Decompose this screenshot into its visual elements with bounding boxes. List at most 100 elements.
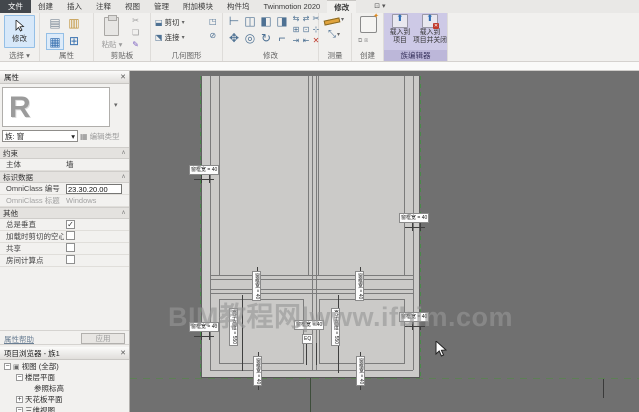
type-preview-image[interactable]: R [2, 87, 110, 127]
tab-bimdock[interactable]: 构件坞 [220, 0, 257, 13]
measure-button[interactable]: ▾ [323, 15, 344, 26]
group-label-select[interactable]: 选择 ▾ [0, 50, 39, 61]
cut-to-clipboard-icon[interactable]: ✂ [132, 16, 139, 26]
collapse-expander-icon[interactable]: − [4, 363, 11, 370]
cut-geometry-button[interactable]: ⬓ 剪切 ▾ [155, 16, 185, 29]
frame-line [404, 76, 405, 275]
load-into-project-button[interactable]: 载入到 项目 [386, 13, 414, 45]
section-other[interactable]: 其他 ᴧ [0, 207, 129, 219]
dimension-label-vertical[interactable]: 窗框宽 = 40 [253, 356, 262, 387]
paste-button[interactable]: 粘贴 ▾ [94, 39, 130, 50]
trim-extend-single-icon[interactable]: ⇥ [291, 36, 301, 47]
tree-item-ceiling-plans[interactable]: + 天花板平面 [0, 394, 129, 405]
close-icon[interactable]: ✕ [120, 347, 126, 360]
tree-label: 参照标高 [34, 384, 64, 393]
unjoin-geometry-icon[interactable]: ⊘ [209, 31, 217, 41]
tree-item-floor-plans[interactable]: − 楼层平面 [0, 372, 129, 383]
properties-palette-title: 属性 ✕ [0, 71, 129, 84]
tree-label: 天花板平面 [25, 395, 63, 404]
center-reference-line[interactable] [310, 378, 311, 412]
align-icon[interactable]: ⊢ [226, 14, 242, 31]
offset-icon[interactable]: ◫ [242, 14, 258, 31]
properties-palette-icon[interactable]: ▦ [46, 33, 64, 50]
select-label: 选择 [9, 51, 25, 60]
close-icon[interactable]: ✕ [120, 71, 126, 84]
transom-line [210, 279, 413, 280]
chevron-down-icon: ▾ [26, 51, 30, 60]
trim-corner-icon[interactable]: ⌐ [274, 31, 290, 48]
modify-tool-button[interactable]: 修改 [4, 15, 35, 48]
collapse-expander-icon[interactable]: − [16, 407, 23, 412]
trim-extend-icon[interactable]: ⇆ [291, 14, 301, 25]
dimension-label[interactable]: 窗框宽 = 40 [399, 213, 430, 223]
views-icon: ▣ [13, 363, 20, 371]
tab-manage[interactable]: 管理 [147, 0, 176, 13]
shared-checkbox[interactable] [66, 243, 75, 252]
collapse-expander-icon[interactable]: − [16, 374, 23, 381]
omniclass-number-input[interactable]: 23.30.20.00 [66, 183, 122, 194]
tab-insert[interactable]: 插入 [60, 0, 89, 13]
tab-twinmotion[interactable]: Twinmotion 2020 [257, 0, 328, 13]
copy-to-clipboard-icon[interactable]: ❏ [132, 28, 139, 38]
host-value[interactable]: 墙 [64, 159, 129, 170]
split-element-icon[interactable]: ⇄ [301, 14, 311, 25]
preview-dropdown-icon[interactable]: ▾ [114, 101, 118, 109]
always-vertical-checkbox[interactable]: ✓ [66, 220, 75, 229]
properties-help-link[interactable]: 属性帮助 [4, 334, 34, 345]
aligned-dimension-button[interactable]: ⤡ ▾ [328, 27, 340, 42]
paste-icon[interactable] [104, 15, 119, 36]
mirror-pick-axis-icon[interactable]: ◧ [258, 14, 274, 31]
collapse-expander-icon[interactable]: + [16, 396, 23, 403]
tab-annotate[interactable]: 注释 [89, 0, 118, 13]
eq-dimension-label[interactable]: EQ [302, 334, 314, 344]
family-type-selector[interactable]: 族: 窗 ▾ [2, 130, 78, 142]
edit-type-button[interactable]: ▦ 编辑类型 [80, 130, 120, 143]
load-into-project-close-button[interactable]: 载入到 项目并关闭 [412, 13, 448, 45]
create-group-icon[interactable] [360, 12, 379, 33]
family-selector-value: 族: 窗 [5, 132, 25, 141]
reference-level-line[interactable] [130, 378, 639, 379]
mirror-draw-axis-icon[interactable]: ◨ [274, 14, 290, 31]
always-vertical-label: 总是垂直 [6, 220, 36, 229]
section-identity-label: 标识数据 [3, 173, 33, 182]
reference-line-elbow[interactable] [603, 379, 604, 398]
tab-file[interactable]: 文件 [0, 0, 31, 13]
section-constraints[interactable]: 约束 ᴧ [0, 147, 129, 159]
wall-joins-icon[interactable]: ◳ [209, 17, 217, 27]
create-similar-icon[interactable]: ⧉ [358, 36, 362, 46]
cut-voids-checkbox[interactable] [66, 231, 75, 240]
tab-create[interactable]: 创建 [31, 0, 60, 13]
scale-icon[interactable]: ⊡ [301, 25, 311, 36]
edit-type-icon: ▦ [80, 132, 88, 141]
chevron-down-icon: ▾ [181, 35, 185, 41]
dimension-label-vertical[interactable]: 窗框宽 = 40 [356, 356, 365, 387]
trim-extend-multiple-icon[interactable]: ⇤ [301, 36, 311, 47]
match-type-icon[interactable]: ✎ [132, 40, 139, 50]
tree-item-3d-views[interactable]: − 三维视图 [0, 405, 129, 412]
create-assembly-icon[interactable]: ⧈ [364, 36, 368, 46]
move-icon[interactable]: ✥ [226, 31, 242, 48]
family-types-folder-icon[interactable]: ▥ [65, 15, 83, 32]
join-geometry-button[interactable]: ⬔ 连接 ▾ [155, 31, 185, 44]
ribbon-tab-bar: 文件 创建 插入 注释 视图 管理 附加模块 构件坞 Twinmotion 20… [0, 0, 639, 13]
tab-view[interactable]: 视图 [118, 0, 147, 13]
chevron-down-icon: ▾ [181, 20, 185, 26]
group-label-properties: 属性 [59, 51, 74, 60]
tab-addins[interactable]: 附加模块 [176, 0, 220, 13]
apply-button[interactable]: 应用 [81, 333, 125, 344]
cut-label: 剪切 [164, 18, 180, 27]
dimension-label[interactable]: 窗框宽 = 40 [189, 165, 220, 175]
drawing-canvas[interactable]: 窗框宽 = 40 窗框宽 = 40 窗框宽 = 40 窗框宽 = 40 窗框宽 … [130, 71, 639, 412]
group-label-modify: 修改 [263, 51, 278, 60]
family-category-icon[interactable]: ▤ [46, 15, 64, 32]
copy-icon[interactable]: ◎ [242, 31, 258, 48]
rotate-icon[interactable]: ↻ [258, 31, 274, 48]
tree-item-ref-level[interactable]: 参照标高 [0, 383, 129, 394]
cursor-arrow-icon [15, 19, 24, 32]
section-identity-data[interactable]: 标识数据 ᴧ [0, 171, 129, 183]
tree-item-views[interactable]: − ▣ 视图 (全部) [0, 361, 129, 372]
room-calc-point-checkbox[interactable] [66, 255, 75, 264]
family-types-icon[interactable]: ⊞ [65, 33, 83, 50]
tab-modify-selected[interactable]: 修改 [327, 0, 357, 13]
array-icon[interactable]: ⊞ [291, 25, 301, 36]
